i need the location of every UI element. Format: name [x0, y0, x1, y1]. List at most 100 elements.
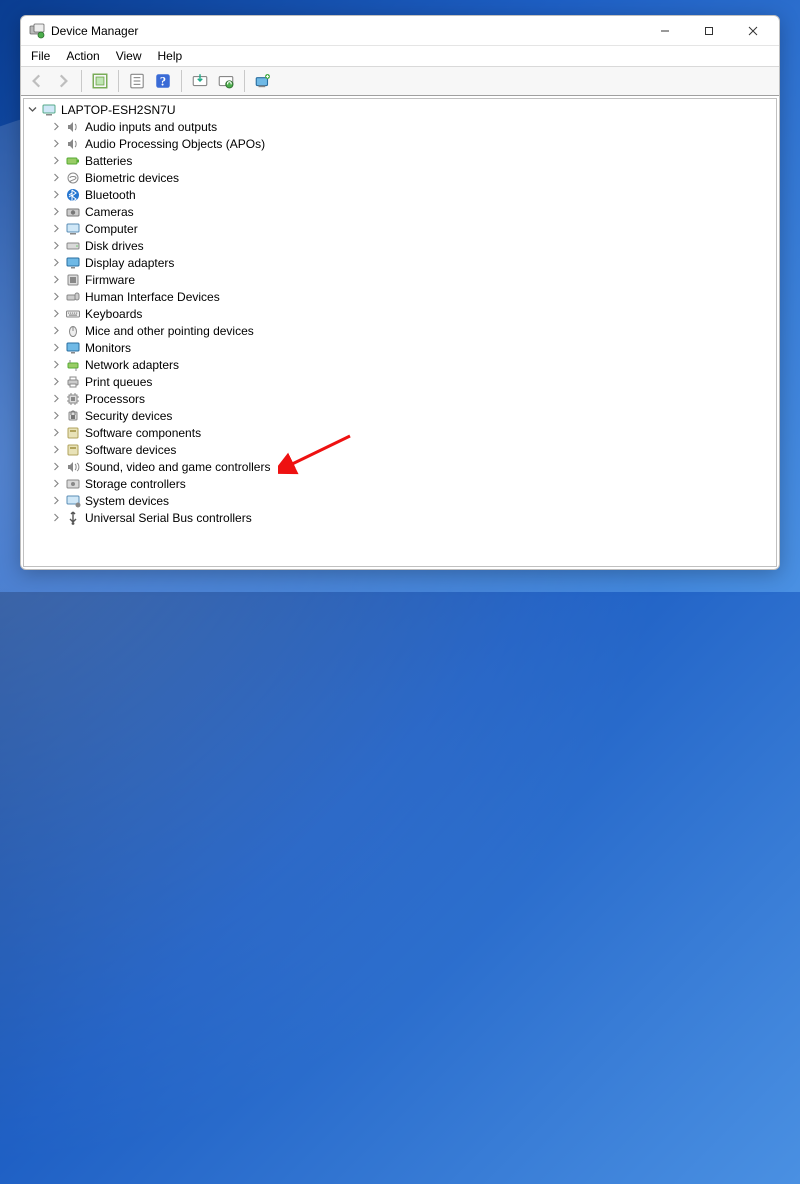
toolbar-showhide-button[interactable]: [88, 69, 112, 93]
close-button[interactable]: [731, 17, 775, 45]
tree-category[interactable]: Software devices: [24, 441, 776, 458]
toolbar-separator: [181, 70, 182, 92]
toolbar-separator: [244, 70, 245, 92]
chevron-right-icon[interactable]: [50, 494, 63, 507]
toolbar-separator: [81, 70, 82, 92]
category-label: Sound, video and game controllers: [85, 460, 270, 474]
chevron-right-icon[interactable]: [50, 154, 63, 167]
tree-category[interactable]: Mice and other pointing devices: [24, 322, 776, 339]
toolbar-back-button[interactable]: [25, 69, 49, 93]
tree-category[interactable]: Cameras: [24, 203, 776, 220]
chevron-right-icon[interactable]: [50, 239, 63, 252]
device-tree[interactable]: LAPTOP-ESH2SN7U Audio inputs and outputs…: [23, 98, 777, 567]
speaker-icon: [65, 136, 81, 152]
category-label: Audio inputs and outputs: [85, 120, 217, 134]
chevron-right-icon[interactable]: [50, 171, 63, 184]
toolbar-properties-button[interactable]: [125, 69, 149, 93]
tree-category[interactable]: Sound, video and game controllers: [24, 458, 776, 475]
category-label: Print queues: [85, 375, 152, 389]
toolbar-addlegacy-button[interactable]: [251, 69, 275, 93]
printer-icon: [65, 374, 81, 390]
chevron-right-icon[interactable]: [50, 290, 63, 303]
chevron-right-icon[interactable]: [50, 375, 63, 388]
category-label: Display adapters: [85, 256, 174, 270]
firmware-icon: [65, 272, 81, 288]
chevron-right-icon[interactable]: [50, 188, 63, 201]
chevron-right-icon[interactable]: [50, 324, 63, 337]
tree-category[interactable]: Disk drives: [24, 237, 776, 254]
hid-icon: [65, 289, 81, 305]
category-label: Monitors: [85, 341, 131, 355]
tree-category[interactable]: Monitors: [24, 339, 776, 356]
system-icon: [65, 493, 81, 509]
root-label: LAPTOP-ESH2SN7U: [61, 103, 176, 117]
chevron-right-icon[interactable]: [50, 256, 63, 269]
software-icon: [65, 425, 81, 441]
category-label: Security devices: [85, 409, 172, 423]
toolbar-help-button[interactable]: ?: [151, 69, 175, 93]
chevron-right-icon[interactable]: [50, 358, 63, 371]
tree-category[interactable]: Storage controllers: [24, 475, 776, 492]
menu-help[interactable]: Help: [150, 47, 191, 65]
software-icon: [65, 442, 81, 458]
tree-category[interactable]: Universal Serial Bus controllers: [24, 509, 776, 526]
chevron-right-icon[interactable]: [50, 222, 63, 235]
category-label: Firmware: [85, 273, 135, 287]
maximize-button[interactable]: [687, 17, 731, 45]
tree-category[interactable]: Display adapters: [24, 254, 776, 271]
category-label: Batteries: [85, 154, 132, 168]
tree-root[interactable]: LAPTOP-ESH2SN7U: [24, 101, 776, 118]
chevron-right-icon[interactable]: [50, 307, 63, 320]
tree-category[interactable]: Keyboards: [24, 305, 776, 322]
disk-icon: [65, 238, 81, 254]
battery-icon: [65, 153, 81, 169]
chevron-right-icon[interactable]: [50, 511, 63, 524]
chevron-right-icon[interactable]: [50, 460, 63, 473]
tree-category[interactable]: Audio inputs and outputs: [24, 118, 776, 135]
category-label: Software devices: [85, 443, 176, 457]
chevron-right-icon[interactable]: [50, 341, 63, 354]
category-label: Human Interface Devices: [85, 290, 220, 304]
tree-category[interactable]: Processors: [24, 390, 776, 407]
category-label: Processors: [85, 392, 145, 406]
minimize-button[interactable]: [643, 17, 687, 45]
menu-file[interactable]: File: [23, 47, 58, 65]
tree-category[interactable]: Audio Processing Objects (APOs): [24, 135, 776, 152]
tree-category[interactable]: Security devices: [24, 407, 776, 424]
storage-icon: [65, 476, 81, 492]
category-label: Mice and other pointing devices: [85, 324, 254, 338]
device-manager-window: Device Manager File Action View Help: [20, 15, 780, 570]
chevron-right-icon[interactable]: [50, 120, 63, 133]
menu-action[interactable]: Action: [58, 47, 107, 65]
tree-category[interactable]: Computer: [24, 220, 776, 237]
toolbar-separator: [118, 70, 119, 92]
fingerprint-icon: [65, 170, 81, 186]
menu-view[interactable]: View: [108, 47, 150, 65]
toolbar-update-button[interactable]: [188, 69, 212, 93]
chevron-right-icon[interactable]: [50, 426, 63, 439]
tree-category[interactable]: Bluetooth: [24, 186, 776, 203]
tree-category[interactable]: Batteries: [24, 152, 776, 169]
tree-category[interactable]: Firmware: [24, 271, 776, 288]
chevron-right-icon[interactable]: [50, 392, 63, 405]
network-icon: [65, 357, 81, 373]
chevron-right-icon[interactable]: [50, 443, 63, 456]
chevron-right-icon[interactable]: [50, 137, 63, 150]
app-icon: [29, 23, 45, 39]
toolbar-scan-button[interactable]: [214, 69, 238, 93]
chevron-right-icon[interactable]: [50, 409, 63, 422]
window-title: Device Manager: [51, 24, 643, 38]
tree-category[interactable]: System devices: [24, 492, 776, 509]
tree-category[interactable]: Software components: [24, 424, 776, 441]
tree-category[interactable]: Biometric devices: [24, 169, 776, 186]
tree-category[interactable]: Print queues: [24, 373, 776, 390]
chevron-down-icon[interactable]: [26, 103, 39, 116]
tree-category[interactable]: Network adapters: [24, 356, 776, 373]
chevron-right-icon[interactable]: [50, 273, 63, 286]
tree-category[interactable]: Human Interface Devices: [24, 288, 776, 305]
toolbar-forward-button[interactable]: [51, 69, 75, 93]
chevron-right-icon[interactable]: [50, 477, 63, 490]
svg-text:?: ?: [160, 75, 166, 89]
sound-icon: [65, 459, 81, 475]
chevron-right-icon[interactable]: [50, 205, 63, 218]
